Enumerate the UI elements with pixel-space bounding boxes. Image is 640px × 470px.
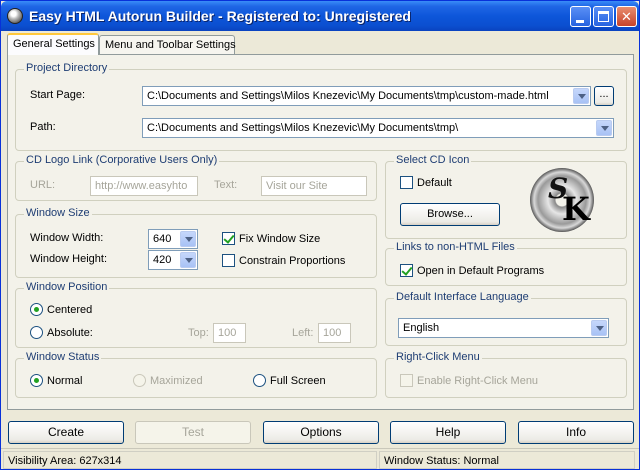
browse-start-page-button[interactable]: ... [594, 86, 614, 106]
group-title: CD Logo Link (Corporative Users Only) [24, 154, 220, 166]
full-screen-radio[interactable] [253, 374, 266, 387]
top-label: Top: [188, 327, 209, 339]
default-icon-label[interactable]: Default [417, 177, 452, 189]
group-title: Window Size [24, 207, 92, 219]
normal-radio[interactable] [30, 374, 43, 387]
group-title: Select CD Icon [394, 154, 472, 166]
fix-window-size-checkbox[interactable] [222, 232, 235, 245]
left-input[interactable]: 100 [318, 323, 351, 343]
create-button[interactable]: Create [8, 421, 124, 444]
top-input[interactable]: 100 [213, 323, 246, 343]
app-window: Easy HTML Autorun Builder - Registered t… [0, 0, 640, 470]
start-page-label: Start Page: [30, 89, 86, 101]
maximized-radio[interactable] [133, 374, 146, 387]
enable-right-click-label[interactable]: Enable Right-Click Menu [417, 375, 538, 387]
window-title: Easy HTML Autorun Builder - Registered t… [29, 8, 411, 24]
maximized-label[interactable]: Maximized [150, 375, 203, 387]
window-width-combo[interactable]: 640 [148, 229, 198, 249]
chevron-down-icon[interactable] [573, 88, 589, 104]
path-label: Path: [30, 121, 56, 133]
test-button[interactable]: Test [135, 421, 251, 444]
chevron-down-icon[interactable] [591, 320, 607, 336]
fix-window-size-label[interactable]: Fix Window Size [239, 233, 320, 245]
options-button[interactable]: Options [263, 421, 379, 444]
absolute-label[interactable]: Absolute: [47, 327, 93, 339]
left-label: Left: [292, 327, 314, 339]
chevron-down-icon[interactable] [180, 231, 196, 247]
full-screen-label[interactable]: Full Screen [270, 375, 326, 387]
maximize-button[interactable] [593, 6, 614, 27]
group-title: Project Directory [24, 62, 110, 74]
app-cd-icon[interactable] [7, 8, 23, 24]
start-page-value: C:\Documents and Settings\Milos Knezevic… [147, 90, 549, 102]
start-page-combo[interactable]: C:\Documents and Settings\Milos Knezevic… [142, 86, 591, 106]
status-bar: Visibility Area: 627x314 Window Status: … [1, 448, 639, 469]
constrain-proportions-label[interactable]: Constrain Proportions [239, 255, 345, 267]
open-default-programs-label[interactable]: Open in Default Programs [417, 265, 544, 277]
chevron-down-icon[interactable] [180, 252, 196, 268]
default-icon-checkbox[interactable] [400, 176, 413, 189]
info-button[interactable]: Info [518, 421, 634, 444]
enable-right-click-checkbox[interactable] [400, 374, 413, 387]
cd-preview-icon: S K [530, 168, 594, 232]
window-height-combo[interactable]: 420 [148, 250, 198, 270]
status-visibility-area: Visibility Area: 627x314 [3, 451, 377, 469]
path-value: C:\Documents and Settings\Milos Knezevic… [147, 122, 459, 134]
close-icon: ✕ [621, 9, 632, 24]
minimize-button[interactable] [570, 6, 591, 27]
language-value: English [403, 322, 440, 334]
group-title: Window Status [24, 351, 102, 363]
window-width-value: 640 [153, 233, 172, 245]
group-project-directory: Project Directory [15, 62, 627, 151]
group-title: Window Position [24, 281, 110, 293]
link-text-input[interactable]: Visit our Site [261, 176, 367, 196]
url-label: URL: [30, 179, 56, 191]
window-height-value: 420 [153, 254, 172, 266]
tab-general-settings[interactable]: General Settings [7, 33, 99, 55]
chevron-down-icon[interactable] [596, 120, 612, 136]
tab-menu-toolbar-settings[interactable]: Menu and Toolbar Settings [99, 35, 236, 55]
title-bar[interactable]: Easy HTML Autorun Builder - Registered t… [1, 1, 639, 31]
group-title: Right-Click Menu [394, 351, 482, 363]
status-window-status: Window Status: Normal [379, 451, 635, 469]
open-default-programs-checkbox[interactable] [400, 264, 413, 277]
maximize-icon [598, 11, 609, 22]
close-button[interactable]: ✕ [616, 6, 637, 27]
absolute-radio[interactable] [30, 326, 43, 339]
centered-label[interactable]: Centered [47, 304, 92, 316]
window-width-label: Window Width: [30, 232, 104, 244]
language-select[interactable]: English [398, 318, 609, 338]
group-title: Links to non-HTML Files [394, 241, 517, 253]
url-input[interactable]: http://www.easyhto [90, 176, 198, 196]
minimize-icon [576, 20, 584, 23]
cd-logo-letter-k-icon: K [562, 190, 590, 228]
help-button[interactable]: Help [390, 421, 506, 444]
normal-label[interactable]: Normal [47, 375, 82, 387]
path-combo[interactable]: C:\Documents and Settings\Milos Knezevic… [142, 118, 614, 138]
group-title: Default Interface Language [394, 291, 531, 303]
centered-radio[interactable] [30, 303, 43, 316]
constrain-proportions-checkbox[interactable] [222, 254, 235, 267]
window-height-label: Window Height: [30, 253, 108, 265]
text-label: Text: [214, 179, 238, 191]
browse-icon-button[interactable]: Browse... [400, 203, 500, 226]
